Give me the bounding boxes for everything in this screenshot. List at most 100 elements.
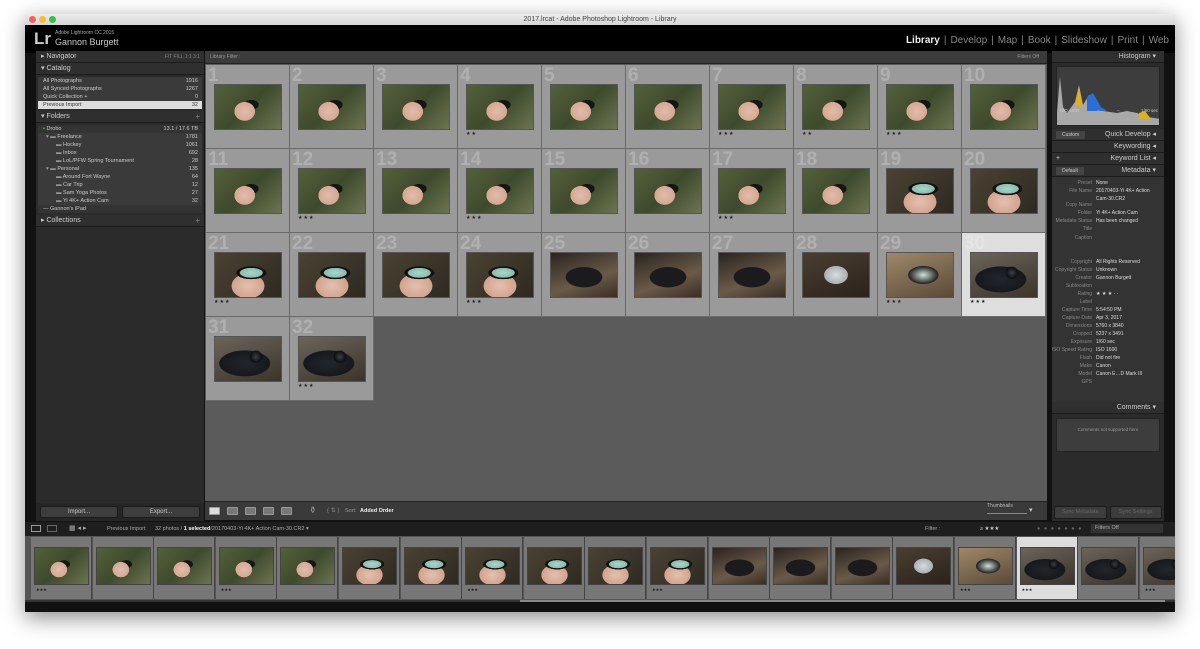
- filmstrip-thumbnail[interactable]: [650, 547, 705, 585]
- grid-cell[interactable]: 7 ★★★: [710, 65, 794, 149]
- rating-filter[interactable]: ≥ ★★★: [980, 522, 999, 536]
- filmstrip-thumbnail[interactable]: [218, 547, 274, 585]
- photo-thumbnail[interactable]: [970, 168, 1038, 214]
- photo-thumbnail[interactable]: [718, 252, 786, 298]
- star-rating[interactable]: ★★★: [970, 299, 986, 305]
- filmstrip-cell[interactable]: ★★★: [1139, 537, 1175, 599]
- original-photo-checkbox[interactable]: Original Photo: [1067, 119, 1096, 124]
- filmstrip-cell[interactable]: [708, 537, 770, 599]
- photo-thumbnail[interactable]: [886, 168, 954, 214]
- star-rating[interactable]: ★★★: [718, 215, 734, 221]
- grid-cell[interactable]: 25: [542, 233, 626, 317]
- volume-ipad[interactable]: — Gannon's iPad: [38, 205, 202, 213]
- grid-cell[interactable]: 9 ★★★: [878, 65, 962, 149]
- photo-thumbnail[interactable]: [298, 84, 366, 130]
- filmstrip-cell[interactable]: ★★★: [955, 537, 1016, 599]
- keyword-list-header[interactable]: + Keyword List ◂: [1052, 153, 1164, 165]
- filmstrip-cell[interactable]: [92, 537, 154, 599]
- filmstrip-cell[interactable]: [277, 537, 339, 599]
- folder-item[interactable]: ▾ ▬ Personal 135: [38, 165, 202, 173]
- module-library[interactable]: Library: [906, 35, 940, 46]
- histogram-header[interactable]: Histogram ▾: [1052, 51, 1164, 63]
- color-label-filter[interactable]: ● ● ● ● ● ● ●: [1037, 522, 1082, 536]
- export-button[interactable]: Export...: [122, 506, 200, 518]
- selected-path[interactable]: /20170403-Yi 4K+ Action Cam-30.CR2 ▾: [210, 526, 308, 532]
- filmstrip-thumbnail[interactable]: [834, 547, 890, 585]
- catalog-item[interactable]: All Synced Photographs 1267: [38, 85, 202, 93]
- star-rating[interactable]: ★★★: [466, 215, 482, 221]
- compare-view-icon[interactable]: [245, 507, 256, 515]
- photo-thumbnail[interactable]: [718, 84, 786, 130]
- filter-preset-select[interactable]: Filters Off: [1091, 524, 1163, 533]
- metadata-value[interactable]: Has been changed: [1096, 217, 1154, 225]
- filmstrip-thumbnail[interactable]: [342, 547, 397, 585]
- grid-cell[interactable]: 26: [626, 233, 710, 317]
- photo-thumbnail[interactable]: [298, 168, 366, 214]
- filmstrip-thumbnail[interactable]: [34, 547, 89, 585]
- filmstrip-cell[interactable]: ★★★: [1016, 537, 1078, 599]
- grid-cell[interactable]: 19: [878, 149, 962, 233]
- grid-cell[interactable]: 17 ★★★: [710, 149, 794, 233]
- metadata-value[interactable]: Gannon Burgett: [1096, 274, 1154, 282]
- photo-thumbnail[interactable]: [634, 252, 702, 298]
- photo-thumbnail[interactable]: [214, 252, 282, 298]
- star-rating[interactable]: ★★★: [718, 131, 734, 137]
- filmstrip-cell[interactable]: ★★★: [462, 537, 524, 599]
- metadata-value[interactable]: Canon E…D Mark III: [1096, 370, 1154, 378]
- filmstrip-thumbnail[interactable]: [958, 547, 1013, 585]
- filmstrip-thumbnail[interactable]: [403, 547, 459, 585]
- grid-cell[interactable]: 6: [626, 65, 710, 149]
- photo-thumbnail[interactable]: [886, 252, 954, 298]
- keywording-header[interactable]: Keywording ◂: [1052, 141, 1164, 153]
- grid-cell[interactable]: 16: [626, 149, 710, 233]
- filters-off-select[interactable]: Filters Off: [1017, 51, 1039, 64]
- filmstrip-cell[interactable]: [831, 537, 893, 599]
- filmstrip-thumbnail[interactable]: [280, 547, 336, 585]
- module-book[interactable]: Book: [1028, 35, 1051, 46]
- filmstrip-cell[interactable]: [154, 537, 216, 599]
- module-slideshow[interactable]: Slideshow: [1061, 35, 1107, 46]
- quick-develop-preset[interactable]: Custom: [1056, 131, 1086, 139]
- grid-cell[interactable]: 4 ★★: [458, 65, 542, 149]
- filmstrip-cell[interactable]: ★★★: [647, 537, 708, 599]
- star-rating[interactable]: ★★★: [886, 299, 902, 305]
- photo-thumbnail[interactable]: [466, 84, 534, 130]
- photo-thumbnail[interactable]: [550, 252, 618, 298]
- photo-thumbnail[interactable]: [550, 84, 618, 130]
- filmstrip-thumbnail[interactable]: [1142, 547, 1175, 585]
- grid-cell[interactable]: 8 ★★: [794, 65, 878, 149]
- star-rating[interactable]: ★★: [802, 131, 813, 137]
- metadata-value[interactable]: 5:54:50 PM: [1096, 306, 1154, 314]
- star-rating[interactable]: ★★★: [466, 299, 482, 305]
- filmstrip-cell[interactable]: [400, 537, 462, 599]
- second-window-icon[interactable]: [47, 525, 57, 532]
- grid-cell[interactable]: 31: [206, 317, 290, 401]
- sort-direction-icon[interactable]: ( ⇅ ): [327, 507, 339, 514]
- filmstrip-thumbnail[interactable]: [465, 547, 521, 585]
- filmstrip-cell[interactable]: ★★★: [215, 537, 277, 599]
- filmstrip-thumbnail[interactable]: [95, 547, 151, 585]
- catalog-header[interactable]: ▾ Catalog: [36, 63, 204, 75]
- folder-item[interactable]: ▬ LoL/PFW Spring Tournament 28: [38, 157, 202, 165]
- photo-thumbnail[interactable]: [298, 336, 366, 382]
- catalog-item[interactable]: All Photographs 1916: [38, 77, 202, 85]
- grid-cell[interactable]: 10: [962, 65, 1046, 149]
- survey-view-icon[interactable]: [263, 507, 274, 515]
- filmstrip-thumbnail[interactable]: [526, 547, 582, 585]
- filmstrip-cell[interactable]: ★★★: [31, 537, 92, 599]
- metadata-value[interactable]: Apr 3, 2017: [1096, 314, 1154, 322]
- star-rating[interactable]: ★★★: [214, 299, 230, 305]
- filmstrip-thumbnail[interactable]: [896, 547, 952, 585]
- grid-cell[interactable]: 18: [794, 149, 878, 233]
- metadata-value[interactable]: 5237 x 3491: [1096, 330, 1154, 338]
- comments-header[interactable]: Comments ▾: [1052, 402, 1164, 414]
- photo-thumbnail[interactable]: [634, 84, 702, 130]
- metadata-value[interactable]: Unknown: [1096, 266, 1154, 274]
- toolbar-menu-icon[interactable]: ▾: [1029, 506, 1033, 514]
- grid-cell[interactable]: 32 ★★★: [290, 317, 374, 401]
- collections-header[interactable]: ▸ Collections +: [36, 215, 204, 227]
- loupe-view-icon[interactable]: [227, 507, 238, 515]
- photo-thumbnail[interactable]: [802, 84, 870, 130]
- star-rating[interactable]: ★★: [466, 131, 477, 137]
- metadata-value[interactable]: Did not fire: [1096, 354, 1154, 362]
